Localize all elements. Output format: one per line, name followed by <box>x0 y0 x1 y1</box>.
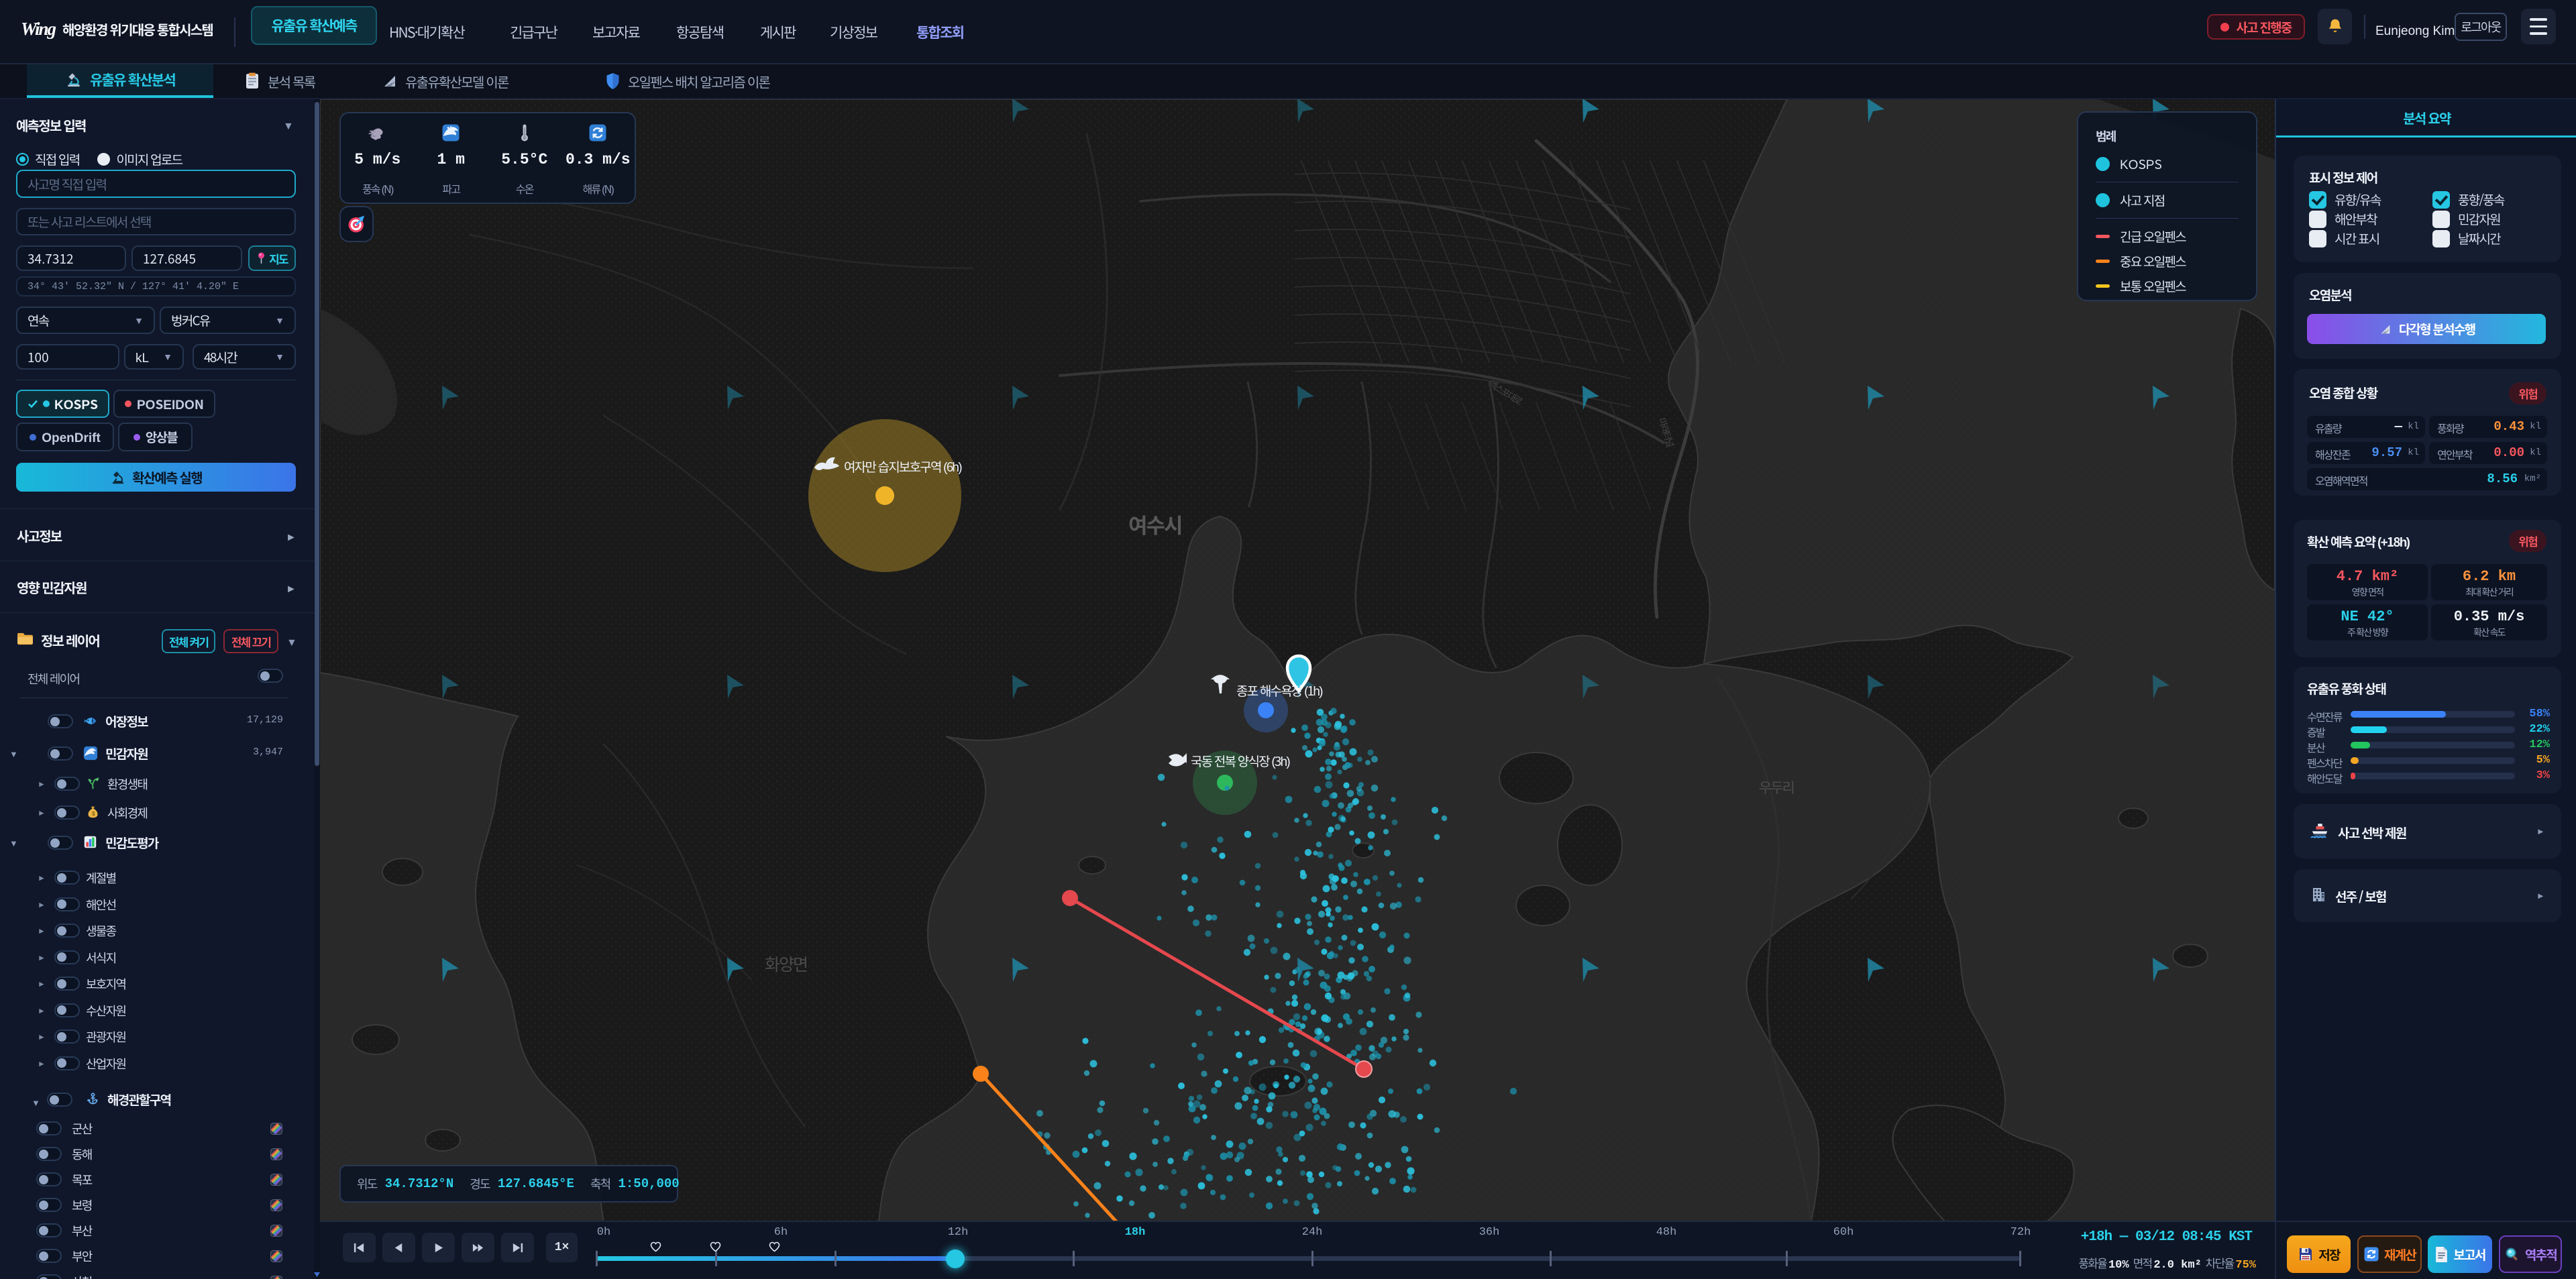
svg-text:여수시: 여수시 <box>1128 509 1182 539</box>
svg-text:화양면: 화양면 <box>765 952 807 976</box>
svg-text:우두리: 우두리 <box>1759 777 1794 797</box>
svg-text:국동 전복 양식장 (3h): 국동 전복 양식장 (3h) <box>1191 752 1290 770</box>
svg-text:종포 해수욕장 (1h): 종포 해수욕장 (1h) <box>1236 681 1323 700</box>
svg-text:여자만 습지보호구역 (6h): 여자만 습지보호구역 (6h) <box>844 457 962 476</box>
